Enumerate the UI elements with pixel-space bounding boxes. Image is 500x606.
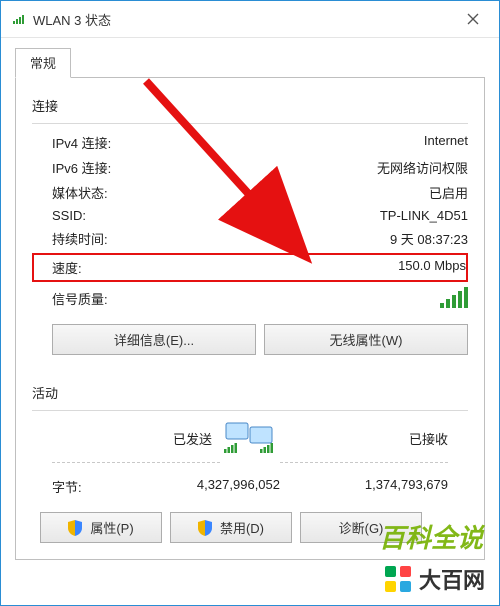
ssid-value: TP-LINK_4D51 [380,208,468,223]
ipv4-label: IPv4 连接: [52,133,111,152]
speed-value: 150.0 Mbps [398,258,466,277]
bytes-row: 字节: 4,327,996,052 1,374,793,679 [32,463,468,504]
activity-labels-row: 已发送 [32,417,468,460]
disable-label: 禁用(D) [220,518,264,537]
disable-button[interactable]: 禁用(D) [170,512,292,543]
ipv6-value: 无网络访问权限 [377,158,468,177]
signal-bars-icon [440,288,468,308]
monitors-icon [222,417,278,457]
diagnose-button[interactable]: 诊断(G) [300,512,422,543]
properties-label: 属性(P) [90,518,133,537]
connection-heading: 连接 [32,96,468,115]
tab-general[interactable]: 常规 [15,48,71,78]
ipv6-label: IPv6 连接: [52,158,111,177]
activity-buttons: 属性(P) 禁用(D) 诊断(G) [32,512,468,543]
shield-icon [68,520,82,536]
activity-heading: 活动 [32,383,468,402]
shield-icon [198,520,212,536]
ipv4-row: IPv4 连接: Internet [32,130,468,155]
wifi-icon [11,12,25,26]
duration-value: 9 天 08:37:23 [390,229,468,248]
sent-label: 已发送 [52,429,212,448]
close-button[interactable] [453,4,493,34]
ssid-row: SSID: TP-LINK_4D51 [32,205,468,226]
ipv4-value: Internet [424,133,468,152]
ipv6-row: IPv6 连接: 无网络访问权限 [32,155,468,180]
close-icon [467,13,479,25]
general-panel: 连接 IPv4 连接: Internet IPv6 连接: 无网络访问权限 媒体… [15,78,485,560]
signal-label: 信号质量: [52,289,108,308]
bytes-sent-value: 4,327,996,052 [120,477,280,496]
tabstrip: 常规 [15,48,485,78]
window-title: WLAN 3 状态 [33,10,111,29]
speed-row: 速度: 150.0 Mbps [32,253,468,282]
diagnose-label: 诊断(G) [339,518,384,537]
wireless-props-button[interactable]: 无线属性(W) [264,324,468,355]
details-button[interactable]: 详细信息(E)... [52,324,256,355]
media-label: 媒体状态: [52,183,108,202]
properties-button[interactable]: 属性(P) [40,512,162,543]
ssid-label: SSID: [52,208,86,223]
recv-label: 已接收 [288,429,448,448]
signal-row: 信号质量: [32,282,468,316]
media-row: 媒体状态: 已启用 [32,180,468,205]
wlan-status-window: WLAN 3 状态 常规 连接 IPv4 连接: Internet IPv6 连… [0,0,500,606]
media-value: 已启用 [429,183,468,202]
bytes-label: 字节: [52,477,112,496]
titlebar: WLAN 3 状态 [1,1,499,38]
duration-label: 持续时间: [52,229,108,248]
bytes-recv-value: 1,374,793,679 [288,477,448,496]
duration-row: 持续时间: 9 天 08:37:23 [32,226,468,251]
connection-buttons: 详细信息(E)... 无线属性(W) [32,324,468,355]
speed-label: 速度: [52,258,82,277]
